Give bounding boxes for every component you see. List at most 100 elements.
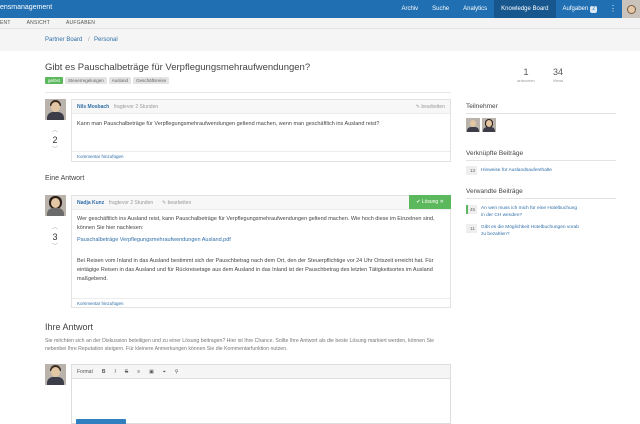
add-comment-link[interactable]: Kommentar hinzufügen — [72, 151, 450, 161]
vote-count: 2 — [52, 135, 58, 145]
question-author[interactable]: Nils Mosbach — [77, 104, 109, 110]
views-label: Views — [552, 78, 564, 83]
linked-post-count: 13 — [466, 166, 477, 175]
answer-time: vor 2 Stunden — [122, 200, 154, 206]
top-nav: Archiv Suche Analytics Knowledge Board A… — [394, 0, 640, 18]
more-menu-icon[interactable]: ⋮ — [604, 0, 622, 18]
submit-answer-button[interactable] — [76, 419, 126, 424]
related-post-item[interactable]: 45 An wen muss ich mich für eine Hotelbu… — [466, 205, 581, 219]
avatar[interactable] — [45, 99, 66, 120]
tag-item[interactable]: Steuerregelungen — [65, 77, 107, 84]
downvote-icon[interactable]: ﹀ — [45, 146, 65, 154]
answers-heading: Eine Antwort — [45, 175, 85, 182]
tasks-count-badge: 2 — [590, 6, 597, 13]
answer-body: Wer geschäftlich ins Ausland reist, kann… — [72, 210, 450, 298]
answer-author[interactable]: Nadja Kunz — [77, 200, 104, 206]
answer-vote: ︿ 3 ﹀ — [45, 224, 65, 251]
question-body: Kann man Pauschalbeträge für Verpflegung… — [77, 121, 380, 127]
strikethrough-icon[interactable]: S — [125, 369, 128, 375]
solution-badge[interactable]: ✔ Lösung ✕ — [409, 195, 451, 209]
bold-icon[interactable]: B — [102, 369, 106, 375]
divider — [466, 198, 616, 199]
answers-stat: 1 antworten — [511, 67, 541, 83]
italic-icon[interactable]: I — [114, 369, 115, 375]
views-count: 34 — [552, 67, 563, 77]
nav-analytics[interactable]: Analytics — [456, 0, 494, 18]
question-time: vor 2 Stunden — [127, 104, 159, 110]
linked-post-title[interactable]: Hinweise für Auslandsaufenthalte — [481, 166, 581, 175]
attachment-link[interactable]: Pauschalbeträge Verpflegungsmehraufwendu… — [77, 236, 445, 245]
divider — [466, 160, 616, 161]
nav-suche[interactable]: Suche — [425, 0, 456, 18]
linked-post-item[interactable]: 13 Hinweise für Auslandsaufenthalte — [466, 166, 581, 175]
participant-avatar[interactable] — [482, 118, 496, 132]
related-post-item[interactable]: 11 Gibt es die Möglichkeit Hotelbuchunge… — [466, 224, 581, 238]
edit-button[interactable]: ✎ bearbeiten — [162, 200, 191, 206]
breadcrumb-personal[interactable]: Personal — [94, 37, 118, 43]
question-vote: ︿ 2 ﹀ — [45, 127, 65, 154]
participant-head — [486, 120, 492, 127]
answer-paragraph: Wer geschäftlich ins Ausland reist, kann… — [77, 216, 435, 231]
participants-heading: Teilnehmer — [466, 103, 498, 110]
related-posts-heading: Verwandte Beiträge — [466, 188, 523, 195]
answers-label: antworten — [517, 78, 535, 83]
vote-count: 3 — [52, 232, 58, 242]
tag-solved[interactable]: gelöst — [45, 77, 64, 84]
divider — [466, 113, 616, 114]
avatar[interactable] — [45, 195, 66, 216]
nav-aufgaben[interactable]: Aufgaben 2 — [556, 0, 604, 18]
attach-icon[interactable]: ⌖ — [163, 369, 166, 375]
avatar-body — [47, 377, 64, 385]
related-post-count: 45 — [466, 205, 477, 214]
format-dropdown[interactable]: Format — [77, 369, 93, 375]
link-icon[interactable]: ⚲ — [175, 369, 179, 375]
question-card-header: Nils Mosbach fragte vor 2 Stunden ✎ bear… — [72, 100, 450, 114]
avatar[interactable] — [45, 364, 66, 385]
participant-head — [470, 120, 476, 127]
answers-count: 1 — [523, 67, 529, 77]
top-navigation-bar: ensmanagement Archiv Suche Analytics Kno… — [0, 0, 640, 18]
user-avatar[interactable] — [622, 0, 640, 18]
subnav-ent[interactable]: ENT — [0, 20, 11, 26]
answer-card-header: Nadja Kunz fragte vor 2 Stunden ✎ bearbe… — [72, 195, 451, 210]
nav-knowledge-board[interactable]: Knowledge Board — [494, 0, 556, 18]
divider — [45, 92, 451, 93]
subnav-ansicht[interactable]: ANSICHT — [27, 20, 50, 26]
edit-button[interactable]: ✎ bearbeiten — [416, 104, 445, 110]
your-answer-hint: Sie möchten sich an der Diskussion betei… — [45, 338, 434, 352]
edit-label: bearbeiten — [167, 200, 192, 206]
breadcrumb: Partner Board / Personal — [0, 29, 640, 51]
participant-avatar[interactable] — [466, 118, 480, 132]
related-post-title[interactable]: An wen muss ich mich für eine Hotelbuchu… — [481, 205, 581, 219]
tag-list: gelöst Steuerregelungen Ausland Geschäft… — [45, 77, 170, 84]
edit-label: bearbeiten — [421, 104, 445, 110]
answer-editor[interactable]: Format B I S ≡ ▣ ⌖ ⚲ — [71, 364, 451, 424]
nav-archiv[interactable]: Archiv — [394, 0, 425, 18]
app-brand[interactable]: ensmanagement — [0, 4, 52, 11]
answer-card: Nadja Kunz fragte vor 2 Stunden ✎ bearbe… — [71, 195, 451, 308]
avatar-head — [51, 198, 60, 208]
page-title: Gibt es Pauschalbeträge für Verpflegungs… — [45, 62, 311, 73]
add-comment-link[interactable]: Kommentar hinzufügen — [72, 298, 450, 308]
editor-toolbar: Format B I S ≡ ▣ ⌖ ⚲ — [72, 365, 450, 379]
user-avatar-face — [626, 4, 636, 14]
image-icon[interactable]: ▣ — [149, 369, 154, 375]
upvote-icon[interactable]: ︿ — [45, 224, 65, 232]
avatar-head — [51, 367, 60, 377]
related-post-count: 11 — [466, 224, 477, 233]
downvote-icon[interactable]: ﹀ — [45, 243, 65, 251]
avatar-head — [51, 102, 60, 112]
tag-item[interactable]: Ausland — [108, 77, 132, 84]
participant-body — [467, 127, 479, 132]
breadcrumb-partner-board[interactable]: Partner Board — [45, 37, 82, 43]
related-post-title[interactable]: Gibt es die Möglichkeit Hotelbuchungen v… — [481, 224, 581, 238]
list-icon[interactable]: ≡ — [137, 369, 140, 375]
subnav-aufgaben[interactable]: AUFGABEN — [66, 20, 95, 26]
tag-item[interactable]: Geschäftsreise — [133, 77, 170, 84]
avatar-body — [47, 208, 64, 216]
upvote-icon[interactable]: ︿ — [45, 127, 65, 135]
views-stat: 34 Views — [543, 67, 573, 83]
participant-body — [483, 127, 495, 132]
question-card: Nils Mosbach fragte vor 2 Stunden ✎ bear… — [71, 99, 451, 162]
nav-aufgaben-label: Aufgaben — [562, 6, 589, 12]
